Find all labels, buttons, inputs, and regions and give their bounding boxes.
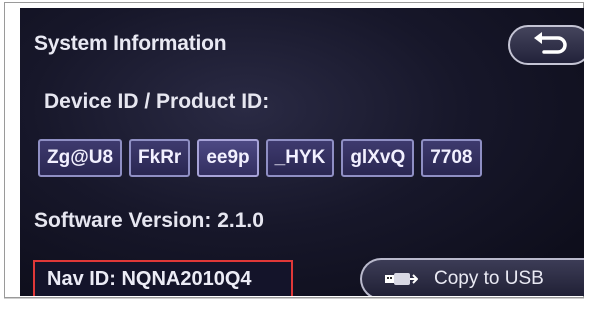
software-version: Software Version: 2.1.0 <box>34 209 264 232</box>
copy-to-usb-label: Copy to USB <box>434 268 544 289</box>
divider <box>4 298 584 299</box>
usb-icon <box>384 268 418 290</box>
device-id-part: FkRr <box>129 139 191 177</box>
device-id-part: _HYK <box>265 139 335 177</box>
nav-id: Nav ID: NQNA2010Q4 <box>33 260 293 296</box>
page-title: System Information <box>34 32 227 55</box>
device-id-part: glXvQ <box>341 139 415 177</box>
system-information-screen: System Information Device ID / Product I… <box>20 8 584 296</box>
device-id-label: Device ID / Product ID: <box>44 90 270 113</box>
device-id-part: Zg@U8 <box>38 139 123 177</box>
back-button[interactable] <box>508 25 584 65</box>
device-id-row: Zg@U8 FkRr ee9p _HYK glXvQ 7708 <box>38 139 482 177</box>
back-arrow-icon <box>534 32 567 54</box>
device-id-part: 7708 <box>421 139 482 177</box>
copy-to-usb-button[interactable]: Copy to USB <box>360 258 584 296</box>
device-id-part: ee9p <box>197 139 259 177</box>
